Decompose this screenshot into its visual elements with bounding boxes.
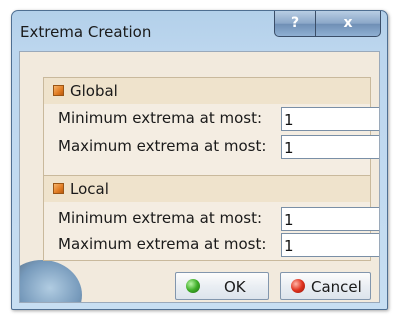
- global-min-extrema-input[interactable]: 1: [281, 107, 379, 131]
- ok-button-label: OK: [224, 278, 246, 296]
- global-group: Global Minimum extrema at most: 1 Maximu…: [43, 77, 379, 176]
- global-max-label: Maximum extrema at most:: [58, 137, 267, 155]
- catia-logo-decoration: [20, 260, 82, 302]
- cancel-button-label: Cancel: [311, 278, 362, 296]
- collapse-icon[interactable]: [53, 85, 64, 96]
- ok-button[interactable]: OK: [175, 272, 269, 300]
- dialog-body: Global Minimum extrema at most: 1 Maximu…: [19, 51, 380, 303]
- local-group: Local Minimum extrema at most: 1 Maximum…: [43, 175, 379, 261]
- local-group-title: Local: [70, 180, 109, 198]
- cancel-icon: [291, 279, 305, 293]
- local-max-label: Maximum extrema at most:: [58, 235, 267, 253]
- title-bar[interactable]: Extrema Creation ? x: [12, 11, 387, 51]
- extrema-creation-dialog: Extrema Creation ? x Global Minimum extr…: [11, 10, 388, 310]
- dialog-title: Extrema Creation: [20, 23, 152, 41]
- close-button[interactable]: x: [315, 11, 381, 37]
- global-max-extrema-input[interactable]: 1: [281, 135, 379, 159]
- help-icon: ?: [290, 15, 300, 31]
- help-button[interactable]: ?: [274, 11, 316, 37]
- local-min-extrema-input[interactable]: 1: [281, 207, 379, 231]
- local-group-header[interactable]: Local: [44, 176, 370, 202]
- cancel-button[interactable]: Cancel: [280, 272, 371, 300]
- global-group-header[interactable]: Global: [44, 78, 370, 104]
- global-group-title: Global: [70, 82, 118, 100]
- collapse-icon[interactable]: [53, 183, 64, 194]
- global-min-label: Minimum extrema at most:: [58, 109, 263, 127]
- local-min-label: Minimum extrema at most:: [58, 209, 263, 227]
- local-max-extrema-input[interactable]: 1: [281, 233, 379, 257]
- ok-icon: [186, 279, 200, 293]
- close-icon: x: [343, 15, 353, 31]
